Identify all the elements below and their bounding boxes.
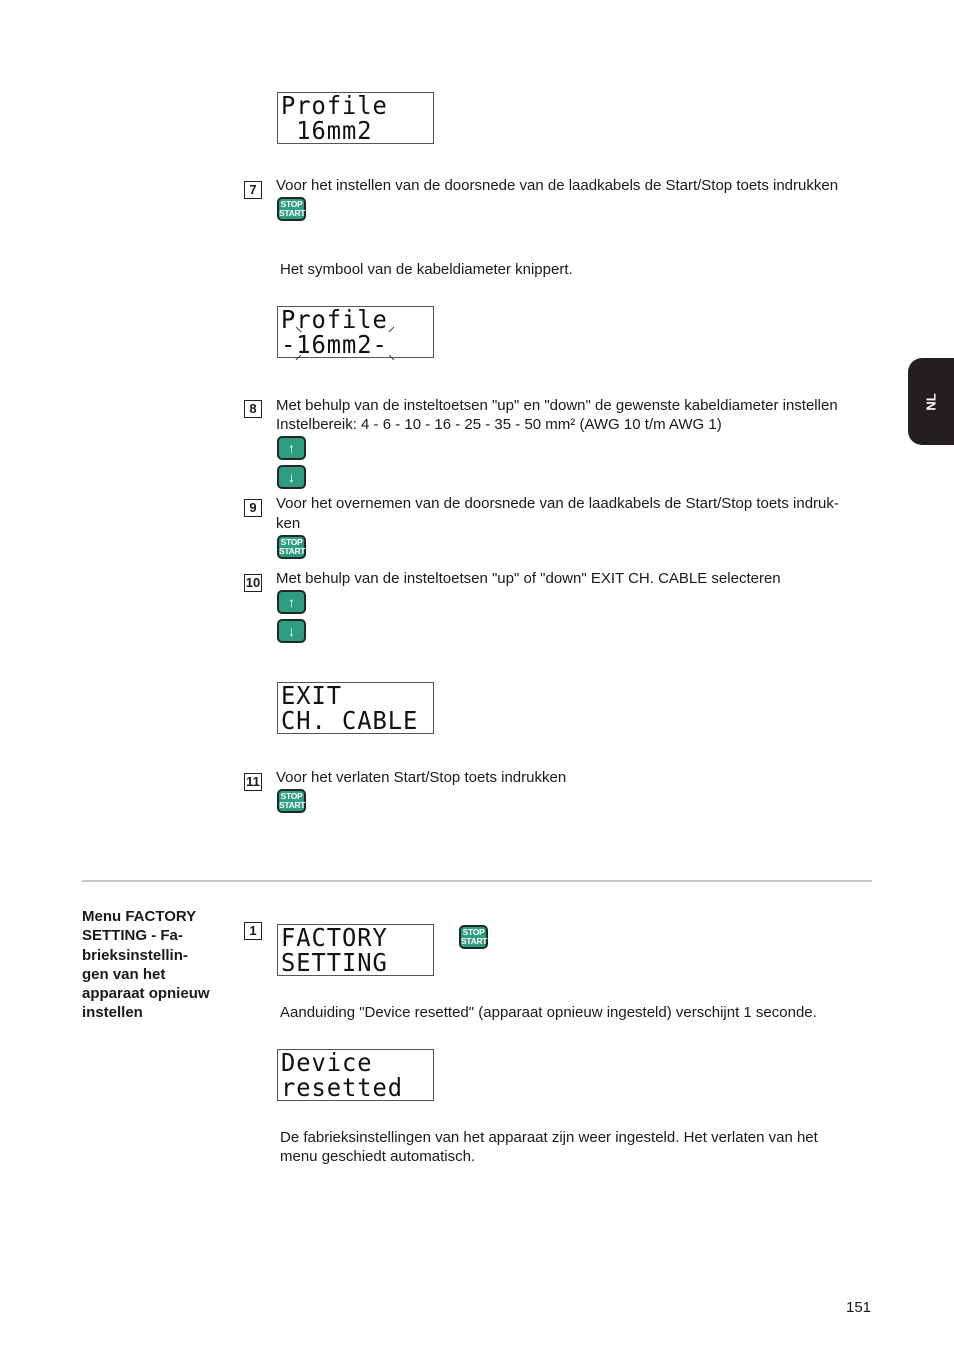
heading-line: instellen: [82, 1004, 143, 1022]
step-number-11: 11: [244, 773, 262, 791]
section-divider: [82, 880, 872, 882]
key-label-start: START: [461, 936, 488, 946]
language-tab: NL: [908, 358, 954, 445]
blink-note: Het symbool van de kabeldiameter knipper…: [280, 261, 573, 278]
start-stop-key-icon: STOP START: [459, 925, 488, 949]
final-text-line-2: menu geschiedt automatisch.: [280, 1148, 476, 1165]
down-key-icon: ↓: [277, 619, 306, 643]
step-8-text-line-2: Instelbereik: 4 - 6 - 10 - 16 - 25 - 35 …: [276, 416, 722, 433]
heading-line: apparaat opnieuw: [82, 985, 210, 1003]
lcd-display-device-resetted: Device resetted: [277, 1049, 434, 1101]
heading-line: brieksinstellin-: [82, 946, 188, 964]
step-number-10: 10: [244, 574, 262, 592]
language-tab-label: NL: [923, 392, 939, 411]
step-number-7: 7: [244, 181, 262, 199]
step-9-text-line-1: Voor het overnemen van de doorsnede van …: [276, 495, 839, 512]
key-label-start: START: [279, 800, 306, 810]
heading-line: gen van het: [82, 965, 166, 983]
final-text-line-1: De fabrieksinstellingen van het apparaat…: [280, 1129, 818, 1146]
start-stop-key-icon: STOP START: [277, 535, 306, 559]
key-label-start: START: [279, 546, 306, 556]
step-8-text-line-1: Met behulp van de insteltoetsen "up" en …: [276, 397, 838, 414]
heading-line: SETTING - Fa-: [82, 927, 183, 945]
lcd-display-exit-cable: EXIT CH. CABLE: [277, 682, 434, 734]
start-stop-key-icon: STOP START: [277, 789, 306, 813]
up-key-icon: ↑: [277, 436, 306, 460]
down-key-icon: ↓: [277, 465, 306, 489]
step-7-text: Voor het instellen van de doorsnede van …: [276, 177, 839, 194]
lcd-line-2: CH. CABLE: [281, 706, 419, 735]
step-11-text: Voor het verlaten Start/Stop toets indru…: [276, 769, 567, 786]
page-number: 151: [846, 1299, 872, 1316]
heading-line: Menu FACTORY: [82, 908, 197, 925]
step-10-text: Met behulp van de insteltoetsen "up" of …: [276, 570, 781, 587]
start-stop-key-icon: STOP START: [277, 197, 306, 221]
lcd-line-2: SETTING: [281, 948, 388, 977]
step-number-8: 8: [244, 400, 262, 418]
step-9-text-line-2: ken: [276, 515, 301, 532]
lcd-display-profile-blinking: Profile -16mm2-: [277, 306, 434, 361]
lcd-line-2: -16mm2-: [281, 330, 388, 359]
lcd-line-2: resetted: [281, 1073, 404, 1102]
lcd-display-profile: Profile 16mm2: [277, 92, 434, 144]
step-number-9: 9: [244, 499, 262, 517]
step-number-1: 1: [244, 922, 262, 940]
factory-setting-heading: Menu FACTORY SETTING - Fa- brieksinstell…: [82, 907, 232, 1023]
blink-mark-icon: [388, 354, 395, 361]
key-label-start: START: [279, 208, 306, 218]
lcd-display-factory-setting: FACTORY SETTING: [277, 924, 434, 976]
device-resetted-note: Aanduiding "Device resetted" (apparaat o…: [280, 1004, 817, 1021]
lcd-line-2: 16mm2: [281, 116, 373, 145]
blink-mark-icon: [388, 326, 395, 333]
up-key-icon: ↑: [277, 590, 306, 614]
